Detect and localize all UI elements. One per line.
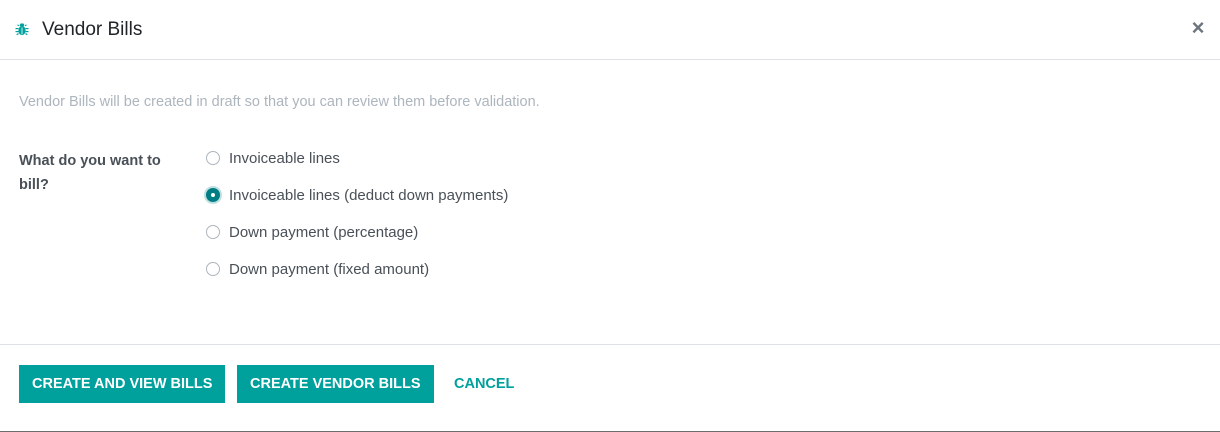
field-label-bill-type: What do you want to bill? [19,153,161,193]
radio-button[interactable] [206,225,220,239]
dialog-header: Vendor Bills × [0,0,1220,60]
vendor-bills-dialog: Vendor Bills × Vendor Bills will be crea… [0,0,1220,432]
cancel-button[interactable]: CANCEL [441,365,527,403]
radio-label: Down payment (fixed amount) [229,261,430,278]
radio-label: Down payment (percentage) [229,224,419,241]
bug-icon [15,23,29,36]
dialog-title: Vendor Bills [42,19,143,40]
radio-label: Invoiceable lines [229,150,340,167]
close-icon: × [1191,15,1205,40]
radio-button[interactable] [206,151,220,165]
radio-label: Invoiceable lines (deduct down payments) [229,187,509,204]
create-and-view-bills-button[interactable]: CREATE AND VIEW BILLS [19,365,226,403]
create-vendor-bills-button[interactable]: CREATE VENDOR BILLS [237,365,434,403]
radio-button-checked[interactable] [206,188,220,202]
dialog-footer: CREATE AND VIEW BILLS CREATE VENDOR BILL… [0,344,1220,431]
close-button[interactable]: × [1188,16,1208,40]
radio-button[interactable] [206,262,220,276]
info-text: Vendor Bills will be created in draft so… [19,94,540,110]
